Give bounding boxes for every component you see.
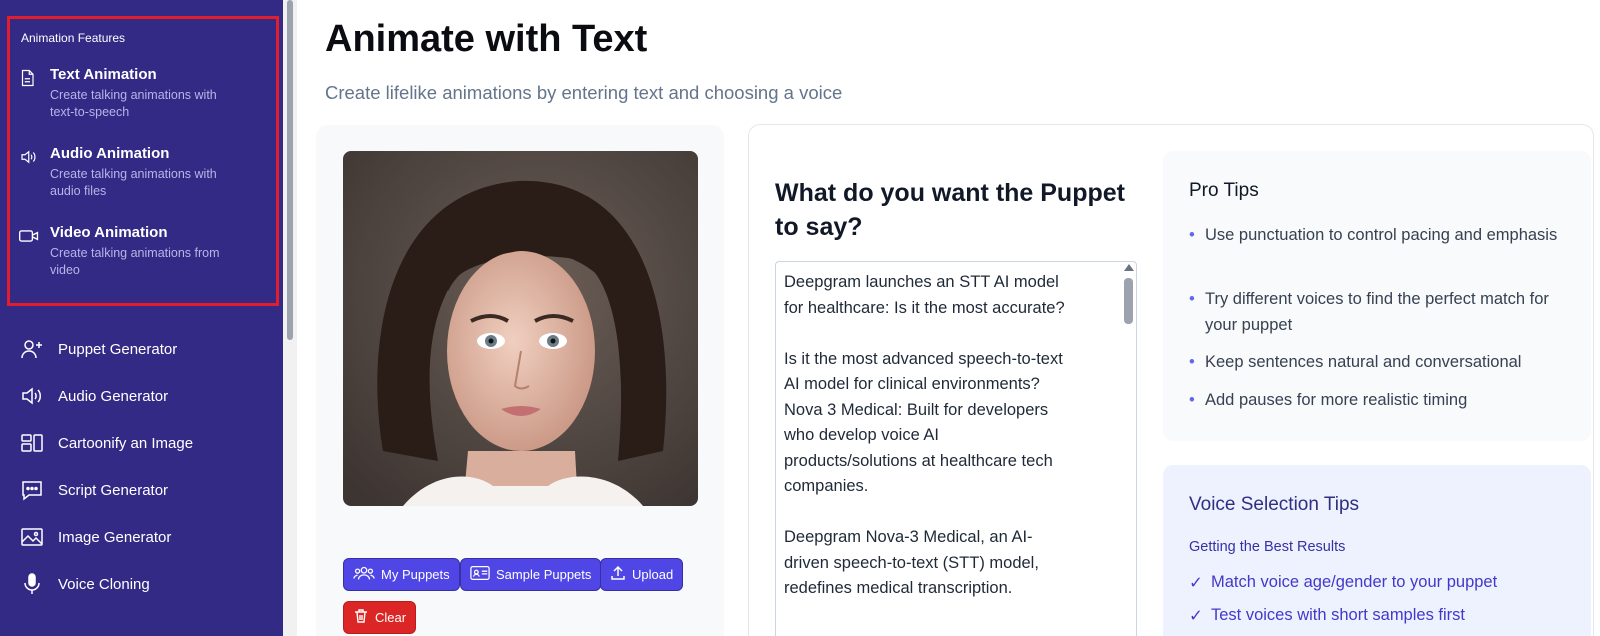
list-item: • Use punctuation to control pacing and … — [1189, 223, 1574, 249]
check-icon: ✓ — [1189, 607, 1203, 625]
sidebar: Animation Features Text Animation Create… — [0, 0, 283, 636]
image-icon — [20, 525, 46, 549]
tip-text: Try different voices to find the perfect… — [1205, 290, 1549, 334]
tip-text: Keep sentences natural and conversationa… — [1205, 353, 1522, 371]
tip-text: Test voices with short samples first — [1211, 606, 1465, 624]
voice-tips-subtitle: Getting the Best Results — [1189, 539, 1346, 555]
button-label: My Puppets — [381, 567, 450, 582]
list-item: • Try different voices to find the perfe… — [1189, 287, 1574, 338]
speaker-icon — [20, 384, 46, 408]
script-text[interactable]: Deepgram launches an STT AI model for he… — [784, 270, 1074, 602]
button-label: Clear — [375, 610, 407, 625]
video-camera-icon — [18, 224, 40, 279]
sidebar-item-label: Cartoonify an Image — [58, 434, 194, 452]
voice-tips-title: Voice Selection Tips — [1189, 494, 1360, 515]
page-title: Animate with Text — [325, 18, 648, 60]
list-item: • Keep sentences natural and conversatio… — [1189, 350, 1574, 376]
sidebar-item-label: Text Animation — [50, 66, 157, 83]
sidebar-item-audio-generator[interactable]: Audio Generator — [20, 383, 168, 409]
bullet-icon: • — [1189, 391, 1195, 409]
list-item: ✓ Match voice age/gender to your puppet — [1189, 573, 1497, 593]
button-label: Sample Puppets — [496, 567, 592, 582]
button-label: Upload — [632, 567, 674, 582]
scroll-up-arrow-icon[interactable] — [1124, 264, 1134, 271]
list-item: • Add pauses for more realistic timing — [1189, 388, 1574, 414]
check-icon: ✓ — [1189, 574, 1203, 592]
puppet-portrait-image — [343, 151, 698, 506]
sidebar-item-description: Create talking animations with audio fil… — [50, 167, 217, 198]
my-puppets-button[interactable]: My Puppets — [343, 558, 460, 591]
sidebar-item-image-generator[interactable]: Image Generator — [20, 524, 171, 550]
sidebar-item-label: Video Animation — [50, 224, 168, 241]
sidebar-item-label: Voice Cloning — [58, 575, 150, 593]
scrollbar-thumb[interactable] — [287, 0, 293, 340]
pro-tips-title: Pro Tips — [1189, 180, 1259, 201]
speaker-icon — [18, 145, 40, 200]
layout-icon — [20, 431, 46, 455]
sidebar-item-voice-cloning[interactable]: Voice Cloning — [20, 571, 150, 597]
sidebar-item-label: Audio Generator — [58, 387, 169, 405]
sidebar-item-label: Puppet Generator — [58, 340, 178, 358]
bullet-icon: • — [1189, 353, 1195, 371]
sidebar-item-video-animation[interactable]: Video Animation Create talking animation… — [18, 224, 235, 279]
sidebar-item-description: Create talking animations from video — [50, 246, 220, 277]
trash-icon — [353, 608, 369, 627]
tip-text: Use punctuation to control pacing and em… — [1205, 226, 1558, 244]
bullet-icon: • — [1189, 290, 1195, 308]
sidebar-item-cartoonify[interactable]: Cartoonify an Image — [20, 430, 193, 456]
sidebar-item-audio-animation[interactable]: Audio Animation Create talking animation… — [18, 145, 235, 200]
sidebar-item-puppet-generator[interactable]: Puppet Generator — [20, 336, 177, 362]
textarea-scrollbar-thumb[interactable] — [1124, 278, 1133, 324]
upload-button[interactable]: Upload — [600, 558, 684, 591]
page-scrollbar[interactable] — [283, 0, 297, 636]
id-card-icon — [470, 565, 490, 584]
page-subtitle: Create lifelike animations by entering t… — [325, 82, 843, 103]
tip-text: Match voice age/gender to your puppet — [1211, 573, 1498, 591]
microphone-icon — [20, 572, 46, 596]
tip-text: Add pauses for more realistic timing — [1205, 391, 1468, 409]
script-question-heading: What do you want the Puppet to say? — [775, 179, 1125, 241]
document-icon — [18, 66, 40, 121]
section-title: Animation Features — [21, 31, 126, 45]
list-item: ✓ Test voices with short samples first — [1189, 606, 1465, 626]
sidebar-item-text-animation[interactable]: Text Animation Create talking animations… — [18, 66, 235, 121]
sidebar-item-label: Script Generator — [58, 481, 169, 499]
script-textarea[interactable]: Deepgram launches an STT AI model for he… — [775, 261, 1137, 636]
bullet-icon: • — [1189, 226, 1195, 244]
sidebar-item-description: Create talking animations with text-to-s… — [50, 88, 217, 119]
upload-icon — [610, 565, 626, 584]
puppets-group-icon — [353, 565, 375, 584]
user-plus-icon — [20, 337, 46, 361]
sidebar-item-label: Image Generator — [58, 528, 172, 546]
clear-button[interactable]: Clear — [343, 601, 417, 634]
message-icon — [20, 478, 46, 502]
sidebar-item-script-generator[interactable]: Script Generator — [20, 477, 168, 503]
sidebar-item-label: Audio Animation — [50, 145, 170, 162]
sample-puppets-button[interactable]: Sample Puppets — [460, 558, 602, 591]
